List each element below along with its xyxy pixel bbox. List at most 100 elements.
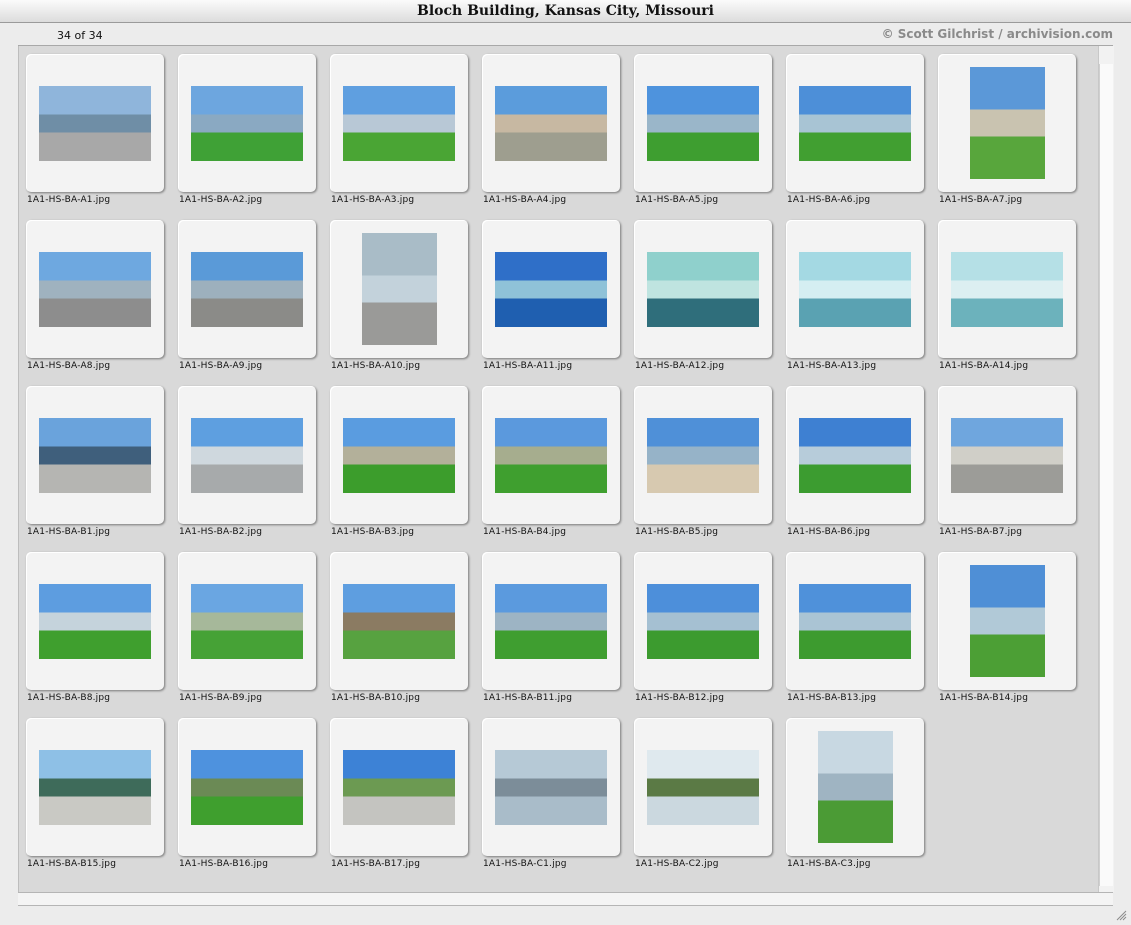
thumbnail-image (647, 584, 759, 659)
thumbnail-image (343, 418, 455, 493)
thumbnail-image (495, 418, 607, 493)
thumbnail-image (191, 86, 303, 161)
thumbnail-image (191, 418, 303, 493)
thumbnail-slide[interactable] (330, 386, 468, 524)
thumbnail-filename: 1A1-HS-BA-B6.jpg (787, 527, 871, 537)
thumbnail-filename: 1A1-HS-BA-C3.jpg (787, 859, 871, 869)
resize-grip-icon[interactable] (1115, 909, 1127, 921)
thumbnail-filename: 1A1-HS-BA-A3.jpg (331, 195, 415, 205)
thumbnail-slide[interactable] (330, 220, 468, 358)
thumbnail-filename: 1A1-HS-BA-A2.jpg (179, 195, 263, 205)
thumbnail-image (647, 252, 759, 327)
thumbnail-filename: 1A1-HS-BA-A8.jpg (27, 361, 111, 371)
thumbnail-slide[interactable] (178, 718, 316, 856)
thumbnail-filename: 1A1-HS-BA-A4.jpg (483, 195, 567, 205)
thumbnail-slide[interactable] (634, 386, 772, 524)
thumbnail-filename: 1A1-HS-BA-B4.jpg (483, 527, 567, 537)
thumbnail-filename: 1A1-HS-BA-B2.jpg (179, 527, 263, 537)
thumbnail-slide[interactable] (634, 552, 772, 690)
thumbnail-filename: 1A1-HS-BA-B13.jpg (787, 693, 877, 703)
thumbnail-slide[interactable] (938, 54, 1076, 192)
thumbnail-image (39, 750, 151, 825)
horizontal-scrollbar[interactable] (18, 892, 1113, 906)
thumbnail-slide[interactable] (178, 552, 316, 690)
thumbnail-slide[interactable] (786, 718, 924, 856)
thumbnail-slide[interactable] (786, 54, 924, 192)
thumbnail-slide[interactable] (938, 552, 1076, 690)
thumbnail-image (495, 750, 607, 825)
thumbnail-image (818, 731, 893, 843)
thumbnail-slide[interactable] (482, 552, 620, 690)
thumbnail-image (39, 86, 151, 161)
thumbnail-image (495, 86, 607, 161)
thumbnail-image (799, 418, 911, 493)
thumbnail-slide[interactable] (938, 220, 1076, 358)
thumbnail-filename: 1A1-HS-BA-B12.jpg (635, 693, 725, 703)
thumbnail-image (343, 750, 455, 825)
scrollbar-thumb[interactable] (1099, 64, 1113, 886)
thumbnail-slide[interactable] (330, 718, 468, 856)
thumbnail-slide[interactable] (26, 220, 164, 358)
image-count: 34 of 34 (57, 29, 103, 42)
thumbnail-slide[interactable] (178, 386, 316, 524)
thumbnail-image (799, 252, 911, 327)
thumbnail-filename: 1A1-HS-BA-B15.jpg (27, 859, 117, 869)
thumbnail-image (799, 86, 911, 161)
thumbnail-filename: 1A1-HS-BA-A10.jpg (331, 361, 421, 371)
thumbnail-slide[interactable] (786, 386, 924, 524)
thumbnail-slide[interactable] (26, 718, 164, 856)
thumbnail-slide[interactable] (178, 54, 316, 192)
thumbnail-filename: 1A1-HS-BA-A7.jpg (939, 195, 1023, 205)
thumbnail-filename: 1A1-HS-BA-A13.jpg (787, 361, 877, 371)
thumbnail-slide[interactable] (26, 552, 164, 690)
thumbnail-image (970, 67, 1045, 179)
thumbnail-image (951, 418, 1063, 493)
thumbnail-image (799, 584, 911, 659)
thumbnail-slide[interactable] (786, 220, 924, 358)
thumbnail-image (495, 252, 607, 327)
thumbnail-image (343, 584, 455, 659)
thumbnail-filename: 1A1-HS-BA-A9.jpg (179, 361, 263, 371)
thumbnail-filename: 1A1-HS-BA-C2.jpg (635, 859, 719, 869)
thumbnail-filename: 1A1-HS-BA-A12.jpg (635, 361, 725, 371)
thumbnail-image (39, 584, 151, 659)
thumbnail-filename: 1A1-HS-BA-A14.jpg (939, 361, 1029, 371)
thumbnail-filename: 1A1-HS-BA-B9.jpg (179, 693, 263, 703)
thumbnail-image (362, 233, 437, 345)
thumbnail-image (191, 584, 303, 659)
thumbnail-image (951, 252, 1063, 327)
thumbnail-slide[interactable] (26, 54, 164, 192)
photo-credit: © Scott Gilchrist / archivision.com (881, 27, 1113, 41)
thumbnail-image (343, 86, 455, 161)
thumbnail-filename: 1A1-HS-BA-B10.jpg (331, 693, 421, 703)
thumbnail-slide[interactable] (634, 220, 772, 358)
thumbnail-filename: 1A1-HS-BA-A1.jpg (27, 195, 111, 205)
thumbnail-slide[interactable] (786, 552, 924, 690)
thumbnail-image (647, 418, 759, 493)
thumbnail-filename: 1A1-HS-BA-B5.jpg (635, 527, 719, 537)
thumbnail-image (191, 252, 303, 327)
thumbnail-filename: 1A1-HS-BA-B7.jpg (939, 527, 1023, 537)
window-title-bar[interactable]: Bloch Building, Kansas City, Missouri (0, 0, 1131, 23)
thumbnail-slide[interactable] (482, 386, 620, 524)
thumbnail-filename: 1A1-HS-BA-A5.jpg (635, 195, 719, 205)
thumbnail-slide[interactable] (634, 718, 772, 856)
thumbnail-slide[interactable] (482, 220, 620, 358)
thumbnail-slide[interactable] (634, 54, 772, 192)
thumbnail-slide[interactable] (330, 552, 468, 690)
thumbnail-slide[interactable] (26, 386, 164, 524)
thumbnail-slide[interactable] (178, 220, 316, 358)
thumbnail-image (647, 750, 759, 825)
thumbnail-slide[interactable] (938, 386, 1076, 524)
thumbnail-filename: 1A1-HS-BA-B14.jpg (939, 693, 1029, 703)
thumbnail-filename: 1A1-HS-BA-B17.jpg (331, 859, 421, 869)
thumbnail-filename: 1A1-HS-BA-A6.jpg (787, 195, 871, 205)
thumbnail-image (495, 584, 607, 659)
window-title: Bloch Building, Kansas City, Missouri (417, 3, 714, 19)
thumbnail-slide[interactable] (482, 718, 620, 856)
thumbnail-filename: 1A1-HS-BA-B1.jpg (27, 527, 111, 537)
thumbnail-image (39, 418, 151, 493)
thumbnail-slide[interactable] (330, 54, 468, 192)
thumbnail-image (647, 86, 759, 161)
thumbnail-slide[interactable] (482, 54, 620, 192)
